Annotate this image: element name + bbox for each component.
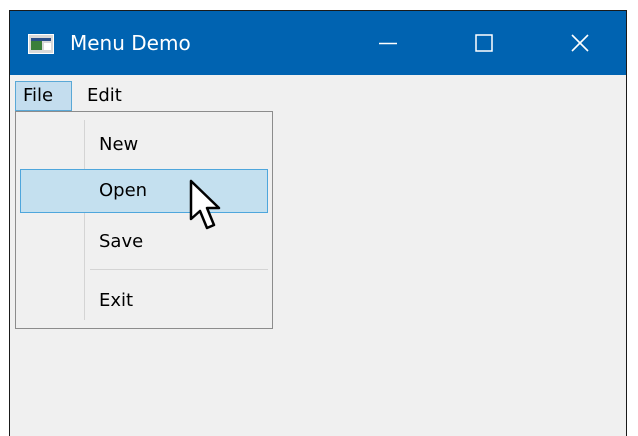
menu-item-exit-label: Exit [99,290,134,311]
maximize-icon [475,34,493,52]
menu-file[interactable]: File [15,81,72,111]
maximize-button[interactable] [436,11,532,75]
app-window: Menu Demo File Edit New Open Save Exit [9,10,627,436]
title-bar[interactable]: Menu Demo [10,11,626,75]
app-window-icon [28,34,54,54]
menu-item-exit[interactable]: Exit [20,279,268,323]
minimize-icon [379,42,397,45]
menu-item-open-label: Open [99,180,148,201]
menu-item-new-label: New [99,134,139,155]
menu-edit[interactable]: Edit [80,81,140,111]
close-icon [571,34,589,52]
close-button[interactable] [532,11,626,75]
menu-separator [90,269,268,270]
menu-item-save[interactable]: Save [20,220,268,264]
menu-item-open[interactable]: Open [20,169,268,213]
menu-item-save-label: Save [99,231,144,252]
file-menu-dropdown: New Open Save Exit [15,111,273,329]
mouse-pointer-icon [189,179,221,230]
minimize-button[interactable] [340,11,436,75]
menu-item-new[interactable]: New [20,123,268,167]
menu-bar: File Edit [10,75,626,111]
window-title: Menu Demo [70,31,191,55]
